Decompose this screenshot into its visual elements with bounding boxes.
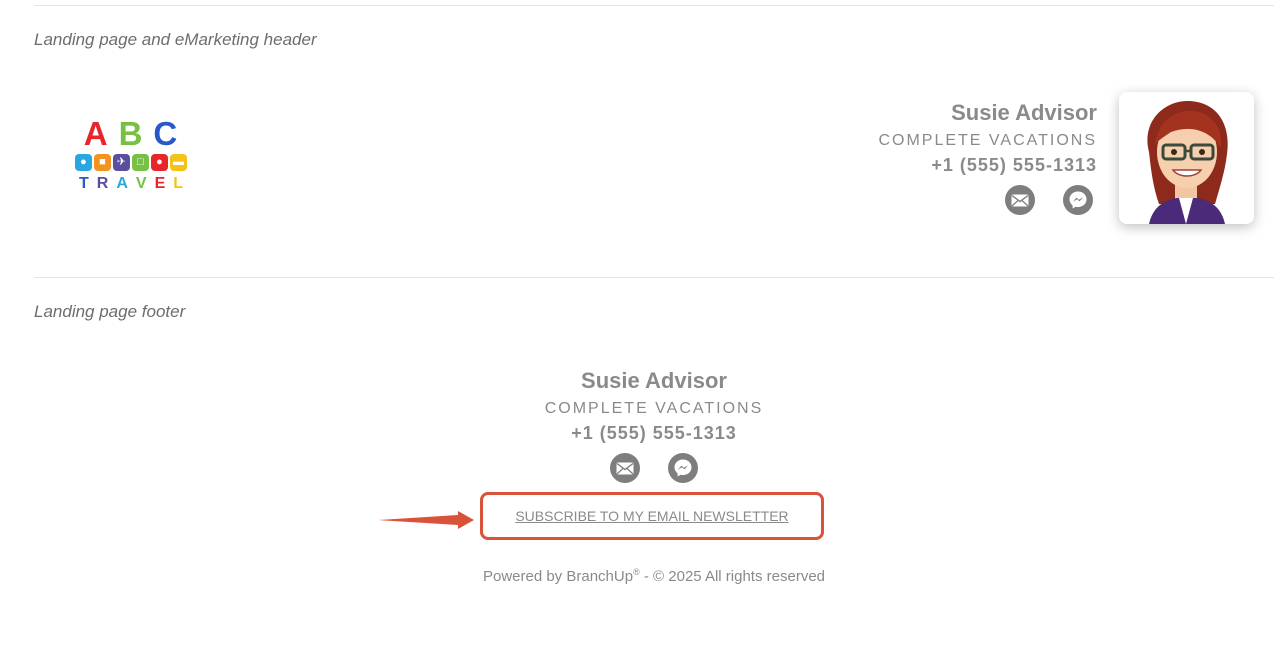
email-icon[interactable] [610,453,640,483]
plane-icon: ✈ [113,154,130,171]
copyright-text: - © 2025 All rights reserved [639,568,826,585]
logo-word-letter: L [173,175,184,192]
subscribe-highlight-box: SUBSCRIBE TO MY EMAIL NEWSLETTER [480,492,824,540]
bus-icon: ■ [94,154,111,171]
header-contact-block: Susie Advisor COMPLETE VACATIONS +1 (555… [878,100,1097,215]
social-icons [0,453,1285,483]
powered-by-footer: Powered by BranchUp® - © 2025 All rights… [0,567,1285,585]
train-icon: □ [132,154,149,171]
messenger-icon[interactable] [668,453,698,483]
phone-number[interactable]: +1 (555) 555-1313 [878,155,1097,176]
logo-word-letter: E [154,175,166,192]
social-icons [878,185,1097,215]
footer-section-label: Landing page footer [34,302,186,321]
abc-travel-logo: A B C ● ■ ✈ □ ● ▬ T R A V E L [70,117,192,199]
logo-letter-a: A [83,115,109,152]
header-section-label: Landing page and eMarketing header [34,30,317,49]
logo-letter-b: B [118,115,144,152]
page: Landing page and eMarketing header A B C… [0,0,1285,663]
logo-word-letter: A [116,175,128,192]
car-icon: ● [75,154,92,171]
registered-mark: ® [633,567,640,577]
logo-letters: A B C [70,117,192,150]
logo-letter-c: C [153,115,179,152]
logo-transport-icons: ● ■ ✈ □ ● ▬ [70,154,192,171]
messenger-icon[interactable] [1063,185,1093,215]
advisor-avatar [1119,92,1254,224]
phone-number[interactable]: +1 (555) 555-1313 [0,423,1285,444]
advisor-name: Susie Advisor [581,368,727,393]
powered-by-text: Powered by BranchUp [482,568,634,585]
subscribe-newsletter-link[interactable]: SUBSCRIBE TO MY EMAIL NEWSLETTER [515,508,788,524]
middle-divider [34,277,1274,278]
bed-icon: ▬ [170,154,187,171]
advisor-name: Susie Advisor [951,100,1097,125]
company-name: COMPLETE VACATIONS [544,400,764,417]
logo-word-letter: V [135,175,147,192]
footer-contact-block: Susie Advisor COMPLETE VACATIONS +1 (555… [0,368,1285,483]
company-name: COMPLETE VACATIONS [878,132,1097,149]
annotation-arrow [378,511,474,529]
logo-word-letter: R [96,175,109,192]
motorbike-icon: ● [151,154,168,171]
top-divider [34,5,1274,6]
email-icon[interactable] [1005,185,1035,215]
logo-word-letter: T [78,175,89,192]
logo-word: T R A V E L [70,175,192,193]
